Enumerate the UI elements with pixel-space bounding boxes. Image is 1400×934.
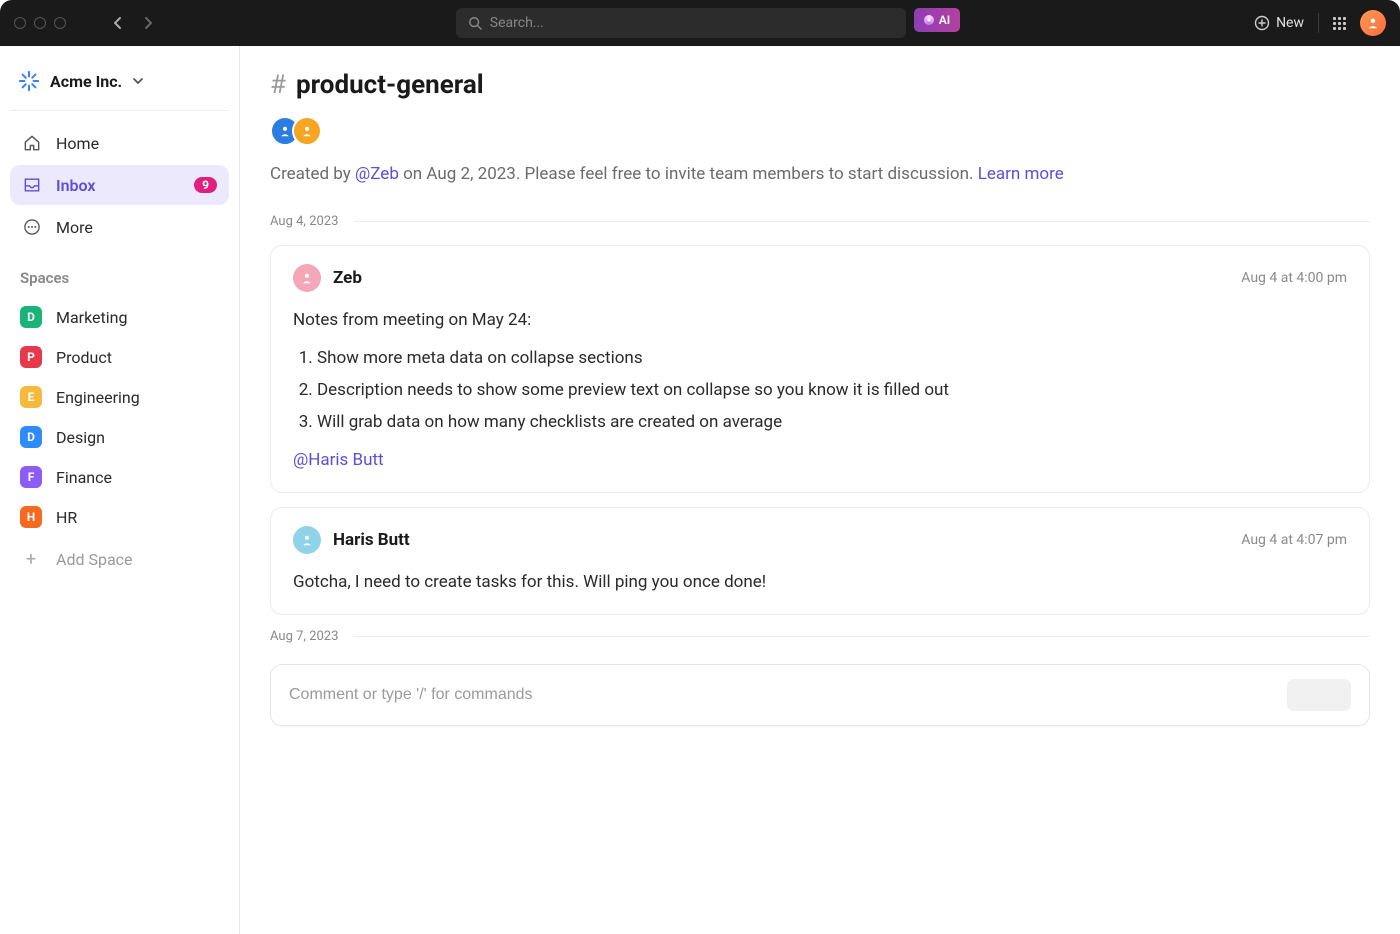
new-button[interactable]: New [1254, 15, 1304, 31]
window-controls [14, 17, 66, 29]
hash-icon: # [270, 70, 286, 100]
plus-icon: + [20, 549, 42, 570]
search-input[interactable]: Search... [456, 8, 906, 38]
titlebar: Search... AI New [0, 0, 1400, 46]
space-item-marketing[interactable]: D Marketing [10, 297, 229, 337]
channel-description: Created by @Zeb on Aug 2, 2023. Please f… [270, 164, 1370, 184]
apps-menu-button[interactable] [1333, 17, 1346, 30]
chevron-down-icon [132, 77, 144, 85]
member-avatar[interactable] [292, 116, 322, 146]
ai-label: AI [939, 13, 950, 27]
space-item-hr[interactable]: H HR [10, 497, 229, 537]
message-card: Haris Butt Aug 4 at 4:07 pm Gotcha, I ne… [270, 507, 1370, 615]
channel-header: # product-general [270, 70, 1370, 100]
space-item-design[interactable]: D Design [10, 417, 229, 457]
add-space-button[interactable]: + Add Space [10, 539, 229, 580]
spaces-heading: Spaces [10, 249, 229, 295]
close-window-icon[interactable] [14, 17, 26, 29]
search-icon [468, 16, 482, 30]
space-label: Design [56, 428, 105, 447]
add-space-label: Add Space [56, 550, 133, 569]
forward-button[interactable] [134, 9, 162, 37]
channel-name: product-general [296, 70, 484, 100]
date-label: Aug 4, 2023 [270, 214, 338, 229]
date-divider: Aug 4, 2023 [270, 214, 1370, 229]
date-divider: Aug 7, 2023 [270, 629, 1370, 644]
workspace-switcher[interactable]: Acme Inc. [10, 60, 229, 111]
space-label: HR [56, 508, 77, 527]
workspace-name: Acme Inc. [50, 72, 122, 91]
learn-more-link[interactable]: Learn more [978, 164, 1064, 184]
more-icon [22, 217, 42, 237]
list-item: Will grab data on how many checklists ar… [317, 406, 1347, 438]
nav-home[interactable]: Home [10, 123, 229, 163]
space-item-finance[interactable]: F Finance [10, 457, 229, 497]
workspace-logo-icon [18, 70, 40, 92]
ai-icon [924, 15, 934, 25]
inbox-badge: 9 [194, 177, 217, 193]
home-icon [22, 133, 42, 153]
space-icon: H [20, 506, 42, 528]
nav-inbox[interactable]: Inbox 9 [10, 165, 229, 205]
comment-input[interactable] [289, 686, 1287, 704]
creator-mention[interactable]: @Zeb [355, 164, 399, 184]
nav-home-label: Home [56, 134, 99, 153]
new-label: New [1276, 15, 1304, 31]
space-icon: D [20, 306, 42, 328]
nav-inbox-label: Inbox [56, 176, 96, 195]
message-time: Aug 4 at 4:00 pm [1241, 270, 1347, 286]
author-avatar[interactable] [293, 264, 321, 292]
message-time: Aug 4 at 4:07 pm [1241, 532, 1347, 548]
author-name: Zeb [333, 268, 362, 288]
divider [1318, 13, 1319, 33]
space-item-product[interactable]: P Product [10, 337, 229, 377]
minimize-window-icon[interactable] [34, 17, 46, 29]
inbox-icon [22, 175, 42, 195]
message-body: Notes from meeting on May 24: Show more … [293, 306, 1347, 474]
plus-circle-icon [1254, 15, 1270, 31]
member-avatars[interactable] [270, 116, 1370, 146]
sidebar: Acme Inc. Home Inbox 9 [0, 46, 240, 934]
date-label: Aug 7, 2023 [270, 629, 338, 644]
main-content: # product-general Created by @Zeb on Aug… [240, 46, 1400, 934]
user-avatar[interactable] [1360, 10, 1386, 36]
space-icon: P [20, 346, 42, 368]
space-icon: D [20, 426, 42, 448]
chevron-right-icon [143, 16, 153, 30]
space-icon: F [20, 466, 42, 488]
space-label: Marketing [56, 308, 127, 327]
space-icon: E [20, 386, 42, 408]
send-button[interactable] [1287, 679, 1351, 711]
list-item: Description needs to show some preview t… [317, 374, 1347, 406]
author-avatar[interactable] [293, 526, 321, 554]
space-item-engineering[interactable]: E Engineering [10, 377, 229, 417]
nav-more[interactable]: More [10, 207, 229, 247]
comment-composer[interactable] [270, 664, 1370, 726]
search-placeholder: Search... [490, 15, 544, 31]
space-label: Finance [56, 468, 112, 487]
person-icon [1366, 16, 1380, 30]
space-label: Product [56, 348, 112, 367]
nav-more-label: More [56, 218, 93, 237]
author-name: Haris Butt [333, 530, 410, 550]
space-label: Engineering [56, 388, 140, 407]
user-mention[interactable]: @Haris Butt [293, 446, 1347, 474]
ai-button[interactable]: AI [914, 8, 960, 32]
chevron-left-icon [113, 16, 123, 30]
message-card: Zeb Aug 4 at 4:00 pm Notes from meeting … [270, 245, 1370, 493]
message-body: Gotcha, I need to create tasks for this.… [293, 568, 1347, 596]
maximize-window-icon[interactable] [54, 17, 66, 29]
list-item: Show more meta data on collapse sections [317, 342, 1347, 374]
back-button[interactable] [104, 9, 132, 37]
